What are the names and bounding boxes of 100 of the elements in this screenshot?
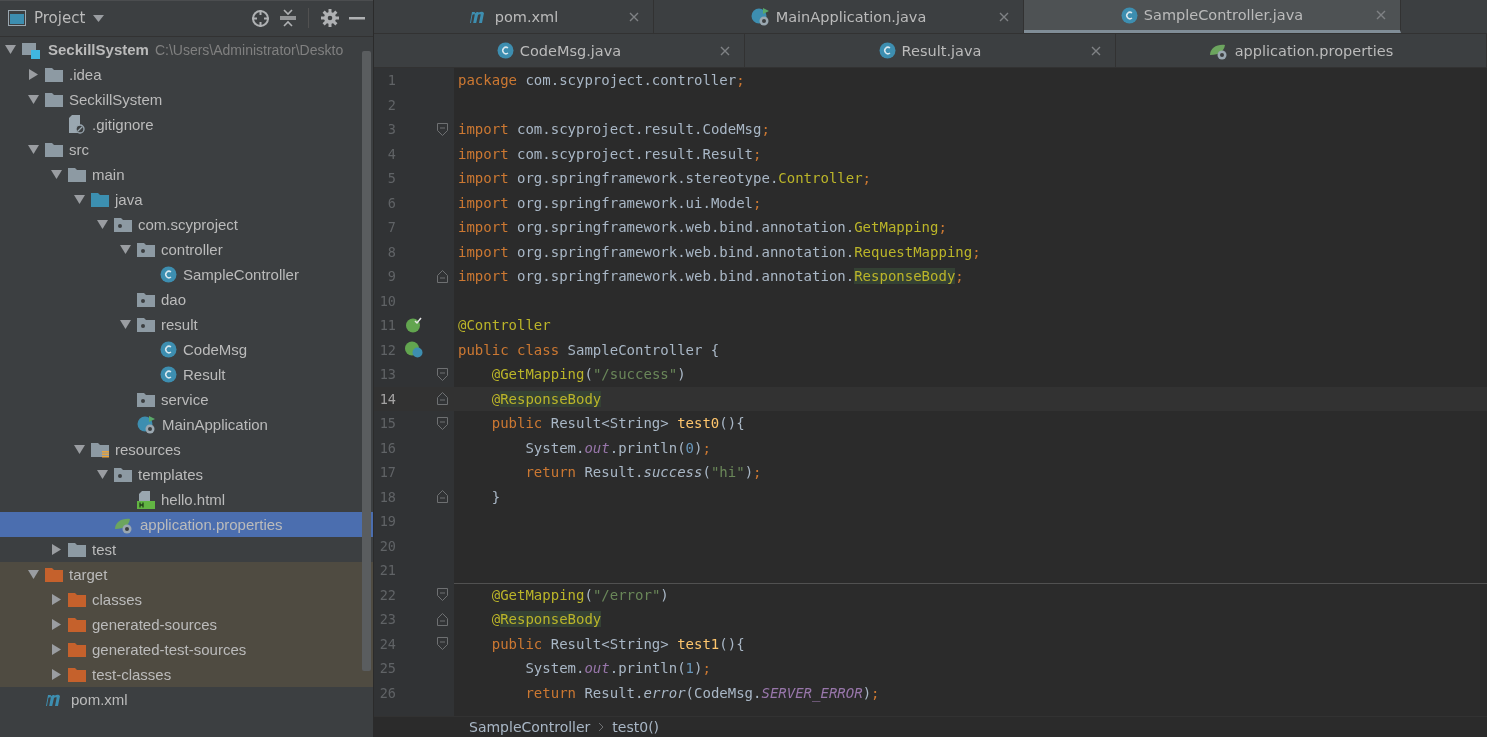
fold-icon[interactable]: [436, 367, 448, 381]
close-icon[interactable]: [999, 11, 1009, 22]
package-icon: [137, 242, 155, 257]
code-line: @GetMapping("/error"): [490, 587, 669, 604]
folder-icon: [68, 167, 86, 182]
tree-item[interactable]: service: [0, 387, 373, 412]
code-line: import org.springframework.web.bind.annotation.RequestMapping;: [457, 243, 981, 260]
fold-icon[interactable]: [436, 269, 448, 283]
tree-item[interactable]: SeckillSystem C:\Users\Administrator\Deskto: [0, 37, 373, 62]
tree-item[interactable]: dao: [0, 287, 373, 312]
expand-arrow-icon[interactable]: [27, 570, 39, 579]
tree-item-label: generated-sources: [92, 616, 218, 633]
expand-arrow-icon[interactable]: [119, 320, 131, 329]
fold-icon[interactable]: [436, 637, 448, 651]
tree-item[interactable]: CodeMsg: [0, 337, 373, 362]
tree-item[interactable]: classes: [0, 587, 373, 612]
tree-item-label: hello.html: [161, 491, 226, 508]
code-line: @Controller: [457, 317, 551, 334]
scrollbar[interactable]: [362, 51, 371, 671]
expand-arrow-icon[interactable]: [119, 245, 131, 254]
tree-item[interactable]: target: [0, 562, 373, 587]
tree-item[interactable]: controller: [0, 237, 373, 262]
expand-arrow-icon[interactable]: [73, 195, 85, 204]
html-file-icon: [137, 490, 155, 509]
fold-icon[interactable]: [436, 588, 448, 602]
fold-icon[interactable]: [436, 416, 448, 430]
expand-arrow-icon[interactable]: [96, 220, 108, 229]
tree-item[interactable]: result: [0, 312, 373, 337]
tree-item[interactable]: resources: [0, 437, 373, 462]
class-icon: [496, 42, 514, 59]
tree-item-label: generated-test-sources: [92, 641, 247, 658]
tree-item[interactable]: templates: [0, 462, 373, 487]
tree-item[interactable]: generated-sources: [0, 612, 373, 637]
tree-item[interactable]: test: [0, 537, 373, 562]
tree-item-label: Result: [183, 366, 226, 383]
tree-item-label: .gitignore: [92, 116, 154, 133]
tree-item-label: SeckillSystem: [69, 91, 163, 108]
chevron-icon: [598, 722, 605, 732]
tree-item-label: result: [161, 316, 198, 333]
collapse-arrow-icon[interactable]: [51, 619, 61, 630]
expand-arrow-icon[interactable]: [50, 170, 62, 179]
collapse-arrow-icon[interactable]: [51, 669, 61, 680]
tree-item-label: test: [92, 541, 117, 558]
tree-item[interactable]: Result: [0, 362, 373, 387]
editor-tab[interactable]: SampleController.java: [1024, 0, 1401, 33]
code-line: public Result<String> test0(){: [490, 415, 745, 432]
tree-item-label: com.scyproject: [138, 216, 239, 233]
expand-arrow-icon[interactable]: [73, 445, 85, 454]
package-icon: [137, 317, 155, 332]
tree-item[interactable]: MainApplication: [0, 412, 373, 437]
folder-icon: [45, 567, 63, 582]
close-icon[interactable]: [629, 11, 639, 22]
tree-item-label: application.properties: [140, 516, 283, 533]
fold-icon[interactable]: [436, 122, 448, 136]
tree-item[interactable]: pom.xml: [0, 687, 373, 712]
breadcrumb-item[interactable]: test0(): [612, 719, 660, 735]
tree-item[interactable]: test-classes: [0, 662, 373, 687]
tree-item-label: service: [161, 391, 209, 408]
folder-icon: [45, 92, 63, 107]
close-icon[interactable]: [1376, 10, 1386, 20]
expand-arrow-icon[interactable]: [27, 95, 39, 104]
tree-item-label: templates: [138, 466, 204, 483]
fold-icon[interactable]: [436, 490, 448, 504]
minimize-icon[interactable]: [349, 16, 365, 20]
tree-item[interactable]: SampleController: [0, 262, 373, 287]
collapse-all-icon[interactable]: [280, 9, 296, 27]
tree-item[interactable]: .gitignore: [0, 112, 373, 137]
expand-arrow-icon[interactable]: [4, 45, 16, 54]
close-icon[interactable]: [1091, 45, 1101, 56]
tree-item[interactable]: SeckillSystem: [0, 87, 373, 112]
class-icon: [878, 42, 896, 59]
folder-icon: [68, 642, 86, 657]
folder-icon: [68, 617, 86, 632]
expand-arrow-icon[interactable]: [27, 145, 39, 154]
collapse-arrow-icon[interactable]: [51, 594, 61, 605]
tree-item-label: target: [69, 566, 108, 583]
tab-label: CodeMsg.java: [519, 42, 622, 59]
tree-item[interactable]: com.scyproject: [0, 212, 373, 237]
settings-icon[interactable]: [321, 9, 339, 27]
breadcrumb-item[interactable]: SampleController: [469, 719, 591, 735]
code-line: public class SampleController {: [457, 341, 720, 358]
tree-item[interactable]: .idea: [0, 62, 373, 87]
tab-label: MainApplication.java: [775, 8, 927, 25]
tree-item[interactable]: main: [0, 162, 373, 187]
fold-icon[interactable]: [436, 612, 448, 626]
collapse-arrow-icon[interactable]: [28, 69, 38, 80]
collapse-arrow-icon[interactable]: [51, 644, 61, 655]
code-line: import com.scyproject.result.CodeMsg;: [457, 121, 770, 138]
tree-item-label: SampleController: [183, 266, 299, 283]
tree-item[interactable]: hello.html: [0, 487, 373, 512]
tree-item[interactable]: src: [0, 137, 373, 162]
close-icon[interactable]: [720, 45, 730, 56]
expand-arrow-icon[interactable]: [96, 470, 108, 479]
locate-icon[interactable]: [251, 8, 270, 28]
fold-icon[interactable]: [436, 392, 448, 406]
tree-item[interactable]: java: [0, 187, 373, 212]
collapse-arrow-icon[interactable]: [51, 544, 61, 555]
tree-item[interactable]: generated-test-sources: [0, 637, 373, 662]
project-view-dropdown[interactable]: Project: [8, 9, 105, 27]
tree-item-label: SeckillSystem: [48, 41, 149, 58]
